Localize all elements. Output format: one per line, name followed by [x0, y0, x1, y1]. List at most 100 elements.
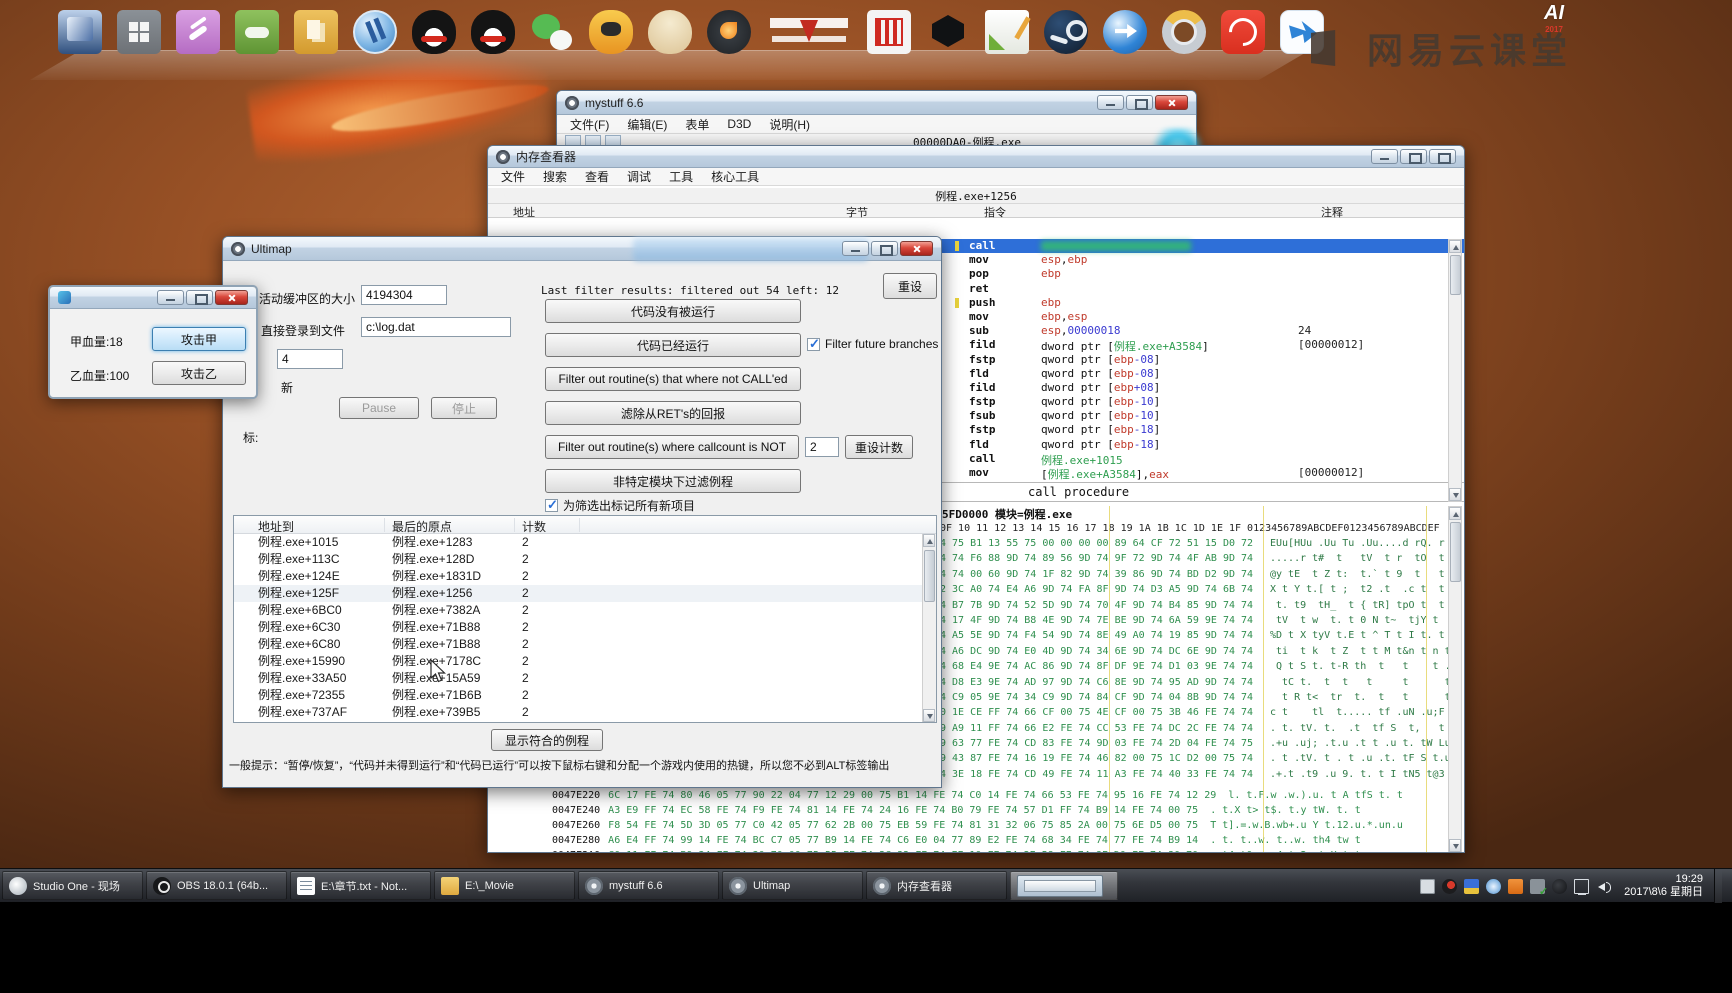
overwatch-icon[interactable]	[1162, 10, 1206, 54]
list-item[interactable]: 例程.exe+6C30例程.exe+71B882	[234, 619, 936, 636]
scroll-thumb[interactable]	[1450, 522, 1461, 582]
show-desktop-button[interactable]	[1714, 869, 1722, 903]
hex-row[interactable]: 4 A6 DC 9D 74 E0 4D 9D 74 34 6E 9D 74 DC…	[940, 646, 1464, 661]
reset-count-button[interactable]: 重设计数	[845, 435, 913, 459]
hex-address-row[interactable]: 0047E280A6 E4 FF 74 99 14 FE 74 BC C7 05…	[552, 835, 1464, 850]
hex-row[interactable]: 4 3E 18 FE 74 CD 49 FE 74 11 A3 FE 74 40…	[940, 769, 1464, 784]
taskbar-item-preview[interactable]	[1010, 871, 1118, 900]
hex-row[interactable]: 0 1E CE FF 74 66 CF 00 75 4E CF 00 75 3B…	[940, 707, 1464, 722]
memviewer-menu-5[interactable]: 核心工具	[704, 166, 766, 187]
folder-tools-icon[interactable]	[176, 10, 220, 54]
taskbar-item-内存查看器[interactable]: 内存查看器	[866, 871, 1007, 900]
clock[interactable]: 19:29 2017\8\6 星期日	[1624, 873, 1703, 899]
close-button[interactable]	[900, 241, 933, 256]
hex-row[interactable]: 4 74 00 60 9D 74 1F 82 9D 74 39 86 9D 74…	[940, 569, 1464, 584]
hex-row[interactable]: 4 75 B1 13 55 75 00 00 00 00 89 64 CF 72…	[940, 538, 1464, 553]
folder-games-icon[interactable]	[235, 10, 279, 54]
minimize-button[interactable]	[157, 290, 184, 305]
scroll-up-icon[interactable]	[1449, 240, 1461, 253]
code-run-button[interactable]: 代码已经运行	[545, 333, 801, 357]
list-item[interactable]: 例程.exe+72355例程.exe+71B6B2	[234, 687, 936, 704]
mark-new-checkbox[interactable]: 为筛选出标记所有新项目	[545, 497, 695, 514]
minimize-button[interactable]	[1097, 95, 1124, 110]
hex-row[interactable]: 4 D8 E3 9E 74 AD 97 9D 74 C6 8E 9D 74 95…	[940, 677, 1464, 692]
list-item[interactable]: 例程.exe+15990例程.exe+7178C2	[234, 653, 936, 670]
hex-row[interactable]: 9 43 87 FE 74 16 19 FE 74 46 82 00 75 1C…	[940, 753, 1464, 768]
list-item[interactable]: 例程.exe+125F例程.exe+12562	[234, 585, 936, 602]
hex-row[interactable]: 4 B7 7B 9D 74 52 5D 9D 74 70 4F 9D 74 B4…	[940, 600, 1464, 615]
taskbar-item-Studio One - 现场[interactable]: Studio One - 现场	[2, 871, 143, 900]
attack-b-button[interactable]: 攻击乙	[152, 361, 246, 385]
attack-a-button[interactable]: 攻击甲	[152, 327, 246, 351]
close-button[interactable]	[215, 290, 248, 305]
close-button[interactable]	[1155, 95, 1188, 110]
mass-effect-icon[interactable]	[766, 10, 852, 54]
orange-app-icon[interactable]	[1508, 879, 1523, 894]
hex-row[interactable]: 4 A5 5E 9D 74 F4 54 9D 74 8E 49 A0 74 19…	[940, 630, 1464, 645]
col-comment[interactable]: 注释	[1321, 204, 1343, 220]
folder-system-icon[interactable]	[117, 10, 161, 54]
mystuff-titlebar[interactable]: mystuff 6.6	[557, 91, 1196, 115]
steam-icon[interactable]	[1044, 10, 1088, 54]
ultimap-titlebar[interactable]: Ultimap	[223, 237, 941, 261]
list-item[interactable]: 例程.exe+113C例程.exe+128D2	[234, 551, 936, 568]
taskbar-item-mystuff 6.6[interactable]: mystuff 6.6	[578, 871, 719, 900]
home-app-icon[interactable]	[1464, 879, 1479, 894]
wechat-icon[interactable]	[530, 10, 574, 54]
partial-input[interactable]: 4	[277, 349, 343, 369]
taskbar-item-E:\章节.txt - Not...[interactable]: E:\章节.txt - Not...	[290, 871, 431, 900]
ultimap-results-list[interactable]: 地址到最后的原点计数 例程.exe+1015例程.exe+12832例程.exe…	[233, 515, 937, 723]
scroll-down-icon[interactable]	[1449, 488, 1461, 501]
col-instruction[interactable]: 指令	[984, 204, 1006, 220]
yy-icon[interactable]	[589, 10, 633, 54]
memviewer-titlebar[interactable]: 内存查看器	[488, 146, 1464, 168]
memviewer-menu-4[interactable]: 工具	[662, 166, 700, 187]
list-column-header[interactable]: 计数	[522, 518, 546, 535]
callcount-input[interactable]: 2	[805, 437, 839, 457]
filter-ret-button[interactable]: 滤除从RET's的回报	[545, 401, 801, 425]
v-app-icon[interactable]	[353, 10, 397, 54]
usb-safe-icon[interactable]	[1530, 879, 1545, 894]
maximize-button[interactable]	[186, 290, 213, 305]
list-scrollbar[interactable]	[922, 534, 936, 722]
my-computer-icon[interactable]	[58, 10, 102, 54]
hex-row[interactable]: 4 17 4F 9D 74 B8 4E 9D 74 7E BE 9D 74 6A…	[940, 615, 1464, 630]
log-file-input[interactable]: c:\log.dat	[361, 317, 511, 337]
minimize-button[interactable]	[842, 241, 869, 256]
player-red-icon[interactable]	[867, 10, 911, 54]
fl-studio-icon[interactable]	[707, 10, 751, 54]
folder-docs-icon[interactable]	[294, 10, 338, 54]
show-matching-button[interactable]: 显示符合的例程	[491, 729, 603, 751]
hex-row[interactable]: 9 A9 11 FF 74 66 E2 FE 74 CC 53 FE 74 DC…	[940, 723, 1464, 738]
netease-music-icon[interactable]	[1221, 10, 1265, 54]
mystuff-menu-0[interactable]: 文件(F)	[563, 114, 616, 135]
hex-address-row[interactable]: 0047E240A3 E9 FF 74 EC 58 FE 74 F9 FE 74…	[552, 805, 1464, 820]
scroll-thumb[interactable]	[1450, 255, 1461, 295]
scroll-up-icon[interactable]	[1449, 507, 1461, 520]
mystuff-menu-2[interactable]: 表单	[678, 114, 716, 135]
list-item[interactable]: 例程.exe+6C80例程.exe+71B882	[234, 636, 936, 653]
memviewer-menu-3[interactable]: 调试	[620, 166, 658, 187]
notepad-green-icon[interactable]	[985, 10, 1029, 54]
qq-2-icon[interactable]	[471, 10, 515, 54]
list-item[interactable]: 例程.exe+737AF例程.exe+739B52	[234, 704, 936, 721]
scroll-up-icon[interactable]	[923, 534, 935, 547]
code-not-run-button[interactable]: 代码没有被运行	[545, 299, 801, 323]
filter-not-called-button[interactable]: Filter out routine(s) that where not CAL…	[545, 367, 801, 391]
memviewer-menu-2[interactable]: 查看	[578, 166, 616, 187]
qq-icon[interactable]	[412, 10, 456, 54]
memviewer-menu-1[interactable]: 搜索	[536, 166, 574, 187]
reset-button[interactable]: 重设	[883, 273, 937, 299]
mystuff-menu-1[interactable]: 编辑(E)	[620, 114, 674, 135]
unity-icon[interactable]	[926, 10, 970, 54]
list-item[interactable]: 例程.exe+33A50例程.exe+15A592	[234, 670, 936, 687]
hex-row[interactable]: 4 C9 05 9E 74 34 C9 9D 74 84 CF 9D 74 04…	[940, 692, 1464, 707]
taskbar-item-OBS 18.0.1 (64b...[interactable]: OBS 18.0.1 (64b...	[146, 871, 287, 900]
media-player-icon[interactable]	[1442, 879, 1457, 894]
maximize-button[interactable]	[871, 241, 898, 256]
hex-row[interactable]: 4 68 E4 9E 74 AC 86 9D 74 8F DF 9E 74 D1…	[940, 661, 1464, 676]
col-bytes[interactable]: 字节	[846, 204, 868, 220]
filter-future-checkbox[interactable]: Filter future branches	[807, 337, 938, 351]
list-item[interactable]: 例程.exe+6BC0例程.exe+7382A2	[234, 602, 936, 619]
list-item[interactable]: 例程.exe+1015例程.exe+12832	[234, 534, 936, 551]
